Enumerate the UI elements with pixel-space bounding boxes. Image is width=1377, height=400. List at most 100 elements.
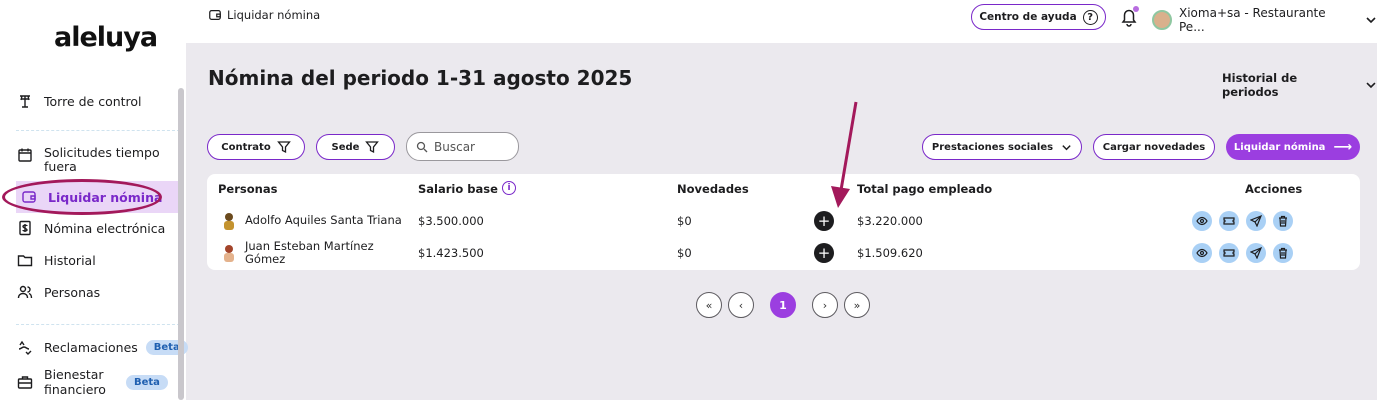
liquidar-nomina-button[interactable]: Liquidar nómina ⟶: [1226, 134, 1360, 160]
person-avatar-icon: [224, 213, 234, 230]
avatar: [1152, 10, 1172, 30]
person-avatar-icon: [224, 245, 234, 262]
logo[interactable]: aleluya: [54, 22, 158, 53]
sidebar-item-label: Reclamaciones: [44, 339, 138, 355]
notification-dot: [1133, 6, 1139, 12]
sidebar-divider: [16, 130, 180, 131]
sidebar-item-label: Torre de control: [44, 93, 142, 109]
button-label: Liquidar nómina: [1233, 141, 1326, 153]
sidebar-item-nomina-electronica[interactable]: Nómina electrónica: [16, 219, 180, 237]
send-button[interactable]: [1246, 211, 1266, 231]
arrow-right-icon: ⟶: [1333, 139, 1353, 155]
sidebar: aleluya Torre de control Solicitudes tie…: [0, 0, 188, 400]
user-name: Xioma+sa - Restaurante Pe...: [1179, 6, 1326, 34]
sidebar-divider: [16, 324, 180, 325]
chevron-down-icon: [1366, 17, 1376, 24]
first-page-button[interactable]: «: [696, 292, 722, 318]
search-icon: [416, 141, 428, 152]
column-header-novedades: Novedades: [677, 182, 749, 196]
eye-icon: [1196, 248, 1208, 258]
person-name: Adolfo Aquiles Santa Triana: [245, 213, 402, 228]
chevron-down-icon: [1366, 82, 1376, 89]
sidebar-item-label: Personas: [44, 284, 101, 300]
people-icon: [16, 283, 34, 301]
history-label: Historial de periodos: [1222, 71, 1298, 99]
help-label: Centro de ayuda: [979, 11, 1077, 23]
sidebar-item-historial[interactable]: Historial: [16, 251, 180, 269]
add-novedad-button[interactable]: +: [814, 243, 834, 263]
sidebar-item-label: Historial: [44, 252, 96, 268]
column-header-acciones: Acciones: [1245, 182, 1303, 196]
sidebar-item-torre-de-control[interactable]: Torre de control: [16, 92, 180, 110]
user-menu[interactable]: Xioma+sa - Restaurante Pe...: [1152, 6, 1377, 34]
total-cell: $3.220.000: [857, 214, 923, 228]
contrato-filter-button[interactable]: Contrato: [207, 134, 305, 160]
wallet-icon: [209, 10, 221, 20]
delete-button[interactable]: [1273, 243, 1293, 263]
breadcrumb: Liquidar nómina: [208, 8, 320, 22]
next-page-button[interactable]: ›: [812, 292, 838, 318]
folder-icon: [16, 251, 34, 269]
dollar-document-icon: [16, 219, 34, 237]
send-icon: [1250, 215, 1262, 227]
sidebar-scrollbar[interactable]: [178, 88, 184, 400]
filter-label: Contrato: [221, 141, 271, 153]
table-row[interactable]: Adolfo Aquiles Santa Triana $3.500.000 $…: [207, 205, 1360, 237]
sidebar-item-personas[interactable]: Personas: [16, 283, 180, 301]
sidebar-item-label: Bienestar financiero: [44, 367, 106, 397]
eye-icon: [1196, 216, 1208, 226]
sidebar-item-label: Liquidar nómina: [48, 189, 163, 205]
button-label: Cargar novedades: [1102, 141, 1206, 153]
sidebar-item-label: Solicitudes tiempo fuera: [44, 145, 160, 175]
wallet-icon: [20, 188, 38, 206]
column-header-personas: Personas: [218, 182, 278, 196]
search-placeholder: Buscar: [434, 139, 475, 154]
column-header-salario: Salario base: [418, 182, 498, 196]
sidebar-item-bienestar[interactable]: Bienestar financiero Beta: [16, 367, 180, 397]
person-cell[interactable]: Adolfo Aquiles Santa Triana: [221, 205, 402, 237]
page-title: Nómina del periodo 1-31 agosto 2025: [208, 66, 633, 90]
column-header-total: Total pago empleado: [857, 182, 993, 196]
top-bar: Liquidar nómina Centro de ayuda ? Xioma+…: [186, 0, 1377, 43]
filter-label: Sede: [331, 141, 360, 153]
prev-page-button[interactable]: ‹: [728, 292, 754, 318]
filter-icon: [276, 141, 291, 154]
ticket-icon: [1223, 217, 1235, 225]
delete-button[interactable]: [1273, 211, 1293, 231]
sidebar-item-reclamaciones[interactable]: Reclamaciones Beta: [16, 338, 188, 356]
breadcrumb-label: Liquidar nómina: [227, 8, 321, 22]
novedades-cell: $0: [677, 246, 692, 260]
claims-icon: [16, 338, 34, 356]
table-row[interactable]: Juan Esteban Martínez Gómez $1.423.500 $…: [207, 237, 1360, 269]
page-button-current[interactable]: 1: [770, 292, 796, 318]
question-icon: ?: [1082, 9, 1098, 25]
dropdown-label: Prestaciones sociales: [931, 141, 1054, 153]
last-page-button[interactable]: »: [844, 292, 870, 318]
chevron-down-icon: [1062, 144, 1071, 150]
person-cell[interactable]: Juan Esteban Martínez Gómez: [221, 237, 395, 269]
person-name: Juan Esteban Martínez Gómez: [245, 238, 374, 266]
sidebar-item-solicitudes[interactable]: Solicitudes tiempo fuera: [16, 145, 180, 175]
calendar-icon: [16, 146, 34, 164]
sidebar-item-liquidar-nomina[interactable]: Liquidar nómina: [16, 181, 180, 213]
send-icon: [1250, 247, 1262, 259]
cargar-novedades-button[interactable]: Cargar novedades: [1093, 134, 1215, 160]
add-novedad-button[interactable]: +: [814, 211, 834, 231]
voucher-button[interactable]: [1219, 211, 1239, 231]
beta-badge: Beta: [126, 374, 168, 390]
trash-icon: [1279, 247, 1287, 259]
sede-filter-button[interactable]: Sede: [316, 134, 395, 160]
send-button[interactable]: [1246, 243, 1266, 263]
filter-icon: [365, 141, 380, 154]
info-icon[interactable]: i: [502, 181, 516, 195]
salary-cell: $1.423.500: [418, 246, 484, 260]
view-button[interactable]: [1192, 211, 1212, 231]
voucher-button[interactable]: [1219, 243, 1239, 263]
history-dropdown[interactable]: Historial de periodos: [1222, 71, 1377, 99]
help-center-button[interactable]: Centro de ayuda ?: [971, 4, 1106, 30]
search-input[interactable]: Buscar: [406, 132, 519, 161]
prestaciones-sociales-dropdown[interactable]: Prestaciones sociales: [922, 134, 1082, 160]
novedades-cell: $0: [677, 214, 692, 228]
view-button[interactable]: [1192, 243, 1212, 263]
ticket-icon: [1223, 249, 1235, 257]
